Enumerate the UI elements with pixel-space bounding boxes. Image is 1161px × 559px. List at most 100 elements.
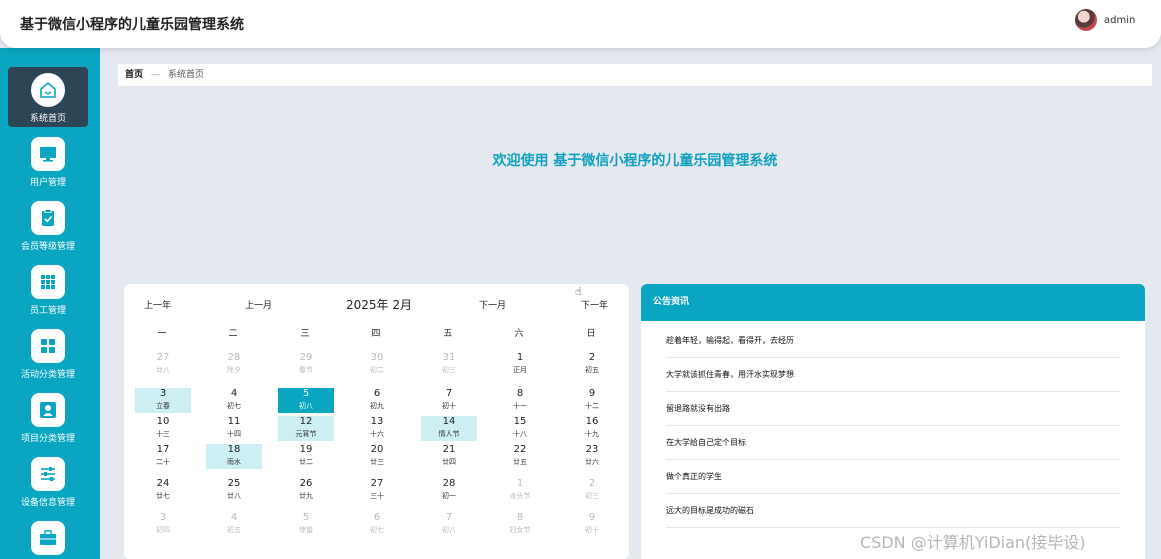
breadcrumb-home[interactable]: 首页: [125, 70, 143, 80]
day-number: 22: [513, 444, 527, 455]
notice-item[interactable]: 留退路就没有出路: [666, 392, 1121, 426]
weekday-label: 一: [157, 329, 167, 339]
calendar-day[interactable]: 28 初一: [421, 478, 477, 503]
day-number: 5: [302, 388, 310, 399]
notice-item[interactable]: 大学就该抓住青春，用汗水实现梦想: [666, 358, 1121, 392]
calendar-title: 2025年 2月: [346, 298, 412, 312]
day-number: 1: [516, 478, 524, 489]
sidebar: 系统首页 用户管理 会员等级管理 员工管理 活动分类管理 项目分类管理 设备信息…: [0, 48, 100, 559]
calendar-day[interactable]: 17 二十: [135, 444, 191, 469]
calendar-day[interactable]: 7 初十: [421, 388, 477, 413]
lunar-label: 十四: [227, 430, 241, 438]
lunar-label: 三十: [370, 492, 384, 500]
notice-title: 公告资讯: [641, 284, 1145, 321]
lunar-label: 十三: [156, 430, 170, 438]
hand-cursor-icon: ☝: [575, 285, 582, 298]
calendar-day[interactable]: 3 立春: [135, 388, 191, 413]
calendar-day[interactable]: 18 雨水: [206, 444, 262, 469]
user-name[interactable]: admin: [1104, 15, 1135, 26]
calendar-day[interactable]: 22 廿五: [492, 444, 548, 469]
calendar-day[interactable]: 19 廿二: [278, 444, 334, 469]
calendar-day[interactable]: 2 初三: [564, 478, 620, 503]
next-year-button[interactable]: 下一年: [581, 298, 608, 311]
calendar-day[interactable]: 31 初三: [421, 352, 477, 377]
calendar-day[interactable]: 14 情人节: [421, 416, 477, 441]
calendar-day[interactable]: 13 十六: [349, 416, 405, 441]
calendar-day[interactable]: 4 初五: [206, 512, 262, 537]
lunar-label: 廿七: [156, 492, 170, 500]
day-number: 11: [227, 416, 241, 427]
day-number: 23: [585, 444, 599, 455]
calendar-day[interactable]: 7 初八: [421, 512, 477, 537]
weekday-label: 五: [443, 329, 453, 339]
calendar-day[interactable]: 25 廿八: [206, 478, 262, 503]
calendar-day[interactable]: 27 廿八: [135, 352, 191, 377]
calendar-day[interactable]: 1 龙头节: [492, 478, 548, 503]
notice-panel: 公告资讯 趁着年轻，输得起，看得开，去经历 大学就该抓住青春，用汗水实现梦想 留…: [641, 284, 1145, 559]
calendar-day[interactable]: 6 初七: [349, 512, 405, 537]
calendar-day[interactable]: 11 十四: [206, 416, 262, 441]
calendar-day[interactable]: 8 妇女节: [492, 512, 548, 537]
sidebar-item-member-level[interactable]: 会员等级管理: [8, 195, 88, 255]
sidebar-item-more[interactable]: [8, 515, 88, 559]
notice-item[interactable]: 做个真正的学生: [666, 460, 1121, 494]
breadcrumb: 首页 — 系统首页: [118, 64, 1152, 86]
calendar-day-today[interactable]: 5 初八: [278, 388, 334, 413]
calendar-day[interactable]: 10 十三: [135, 416, 191, 441]
prev-year-button[interactable]: 上一年: [144, 298, 171, 311]
lunar-label: 廿九: [299, 492, 313, 500]
calendar: 上一年 上一月 2025年 2月 下一月 下一年 27 廿八 28 除夕 29 春节 30 初…: [124, 284, 629, 559]
calendar-day[interactable]: 5 惊蛰: [278, 512, 334, 537]
lunar-label: 初三: [442, 366, 456, 374]
lunar-label: 妇女节: [509, 526, 531, 534]
avatar[interactable]: [1075, 9, 1097, 31]
calendar-day[interactable]: 2 初五: [564, 352, 620, 377]
day-number: 27: [370, 478, 384, 489]
sidebar-item-activity-category[interactable]: 活动分类管理: [8, 323, 88, 383]
lunar-label: 十九: [585, 430, 599, 438]
day-number: 6: [373, 512, 381, 523]
calendar-day[interactable]: 27 三十: [349, 478, 405, 503]
lunar-label: 情人节: [438, 430, 460, 438]
calendar-day[interactable]: 15 十八: [492, 416, 548, 441]
person-icon: [31, 393, 65, 427]
day-number: 9: [588, 388, 596, 399]
calendar-day[interactable]: 29 春节: [278, 352, 334, 377]
app-title: 基于微信小程序的儿童乐园管理系统: [20, 17, 244, 33]
calendar-day[interactable]: 12 元宵节: [278, 416, 334, 441]
day-number: 2: [588, 478, 596, 489]
notice-item[interactable]: 趁着年轻，输得起，看得开，去经历: [666, 324, 1121, 358]
calendar-day[interactable]: 23 廿六: [564, 444, 620, 469]
lunar-label: 廿二: [299, 458, 313, 466]
sidebar-item-label: 系统首页: [29, 114, 66, 124]
sidebar-item-project-category[interactable]: 项目分类管理: [8, 387, 88, 447]
sidebar-item-staff[interactable]: 员工管理: [8, 259, 88, 319]
calendar-day[interactable]: 9 初十: [564, 512, 620, 537]
calendar-day[interactable]: 8 十一: [492, 388, 548, 413]
calendar-day[interactable]: 26 廿九: [278, 478, 334, 503]
calendar-day[interactable]: 4 初七: [206, 388, 262, 413]
prev-month-button[interactable]: 上一月: [245, 298, 272, 311]
notice-item[interactable]: 远大的目标是成功的磁石: [666, 494, 1121, 528]
calendar-day[interactable]: 6 初九: [349, 388, 405, 413]
day-number: 6: [373, 388, 381, 399]
day-number: 20: [370, 444, 384, 455]
calendar-day[interactable]: 3 初四: [135, 512, 191, 537]
calendar-day[interactable]: 1 正月: [492, 352, 548, 377]
lunar-label: 廿五: [513, 458, 527, 466]
sidebar-item-users[interactable]: 用户管理: [8, 131, 88, 191]
lunar-label: 廿八: [227, 492, 241, 500]
home-icon: [31, 73, 65, 107]
sidebar-item-device-info[interactable]: 设备信息管理: [8, 451, 88, 511]
notice-item[interactable]: 在大学给自己定个目标: [666, 426, 1121, 460]
calendar-day[interactable]: 9 十二: [564, 388, 620, 413]
calendar-day[interactable]: 21 廿四: [421, 444, 477, 469]
day-number: 13: [370, 416, 384, 427]
calendar-day[interactable]: 28 除夕: [206, 352, 262, 377]
calendar-day[interactable]: 16 十九: [564, 416, 620, 441]
calendar-day[interactable]: 30 初二: [349, 352, 405, 377]
next-month-button[interactable]: 下一月: [479, 298, 506, 311]
sidebar-item-home[interactable]: 系统首页: [8, 67, 88, 127]
calendar-day[interactable]: 20 廿三: [349, 444, 405, 469]
calendar-day[interactable]: 24 廿七: [135, 478, 191, 503]
